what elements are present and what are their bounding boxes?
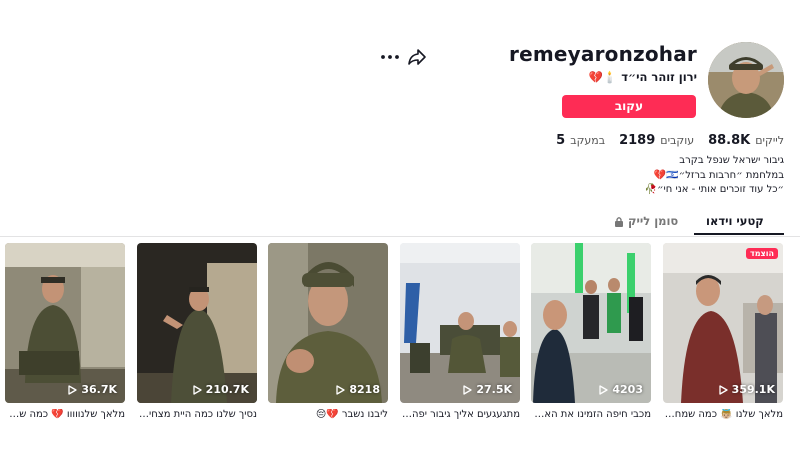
followers-stat[interactable]: 2189 עוקבים (619, 133, 694, 148)
username: remeyaronzohar (509, 42, 697, 66)
view-count-value: 359.1K (731, 383, 775, 396)
view-count-value: 4203 (612, 383, 643, 396)
video-thumbnail-image (137, 243, 257, 403)
video-thumbnail[interactable]: 8218 (268, 243, 388, 403)
tab-videos[interactable]: קטעי וידאו (706, 214, 764, 228)
view-count-value: 36.7K (81, 383, 117, 396)
share-icon[interactable] (407, 47, 427, 67)
stat-value: 2189 (619, 133, 656, 148)
profile-tabs: קטעי וידאו סומן לייק (600, 210, 784, 236)
video-thumbnail-image (268, 243, 388, 403)
view-count: 27.5K (463, 383, 512, 396)
video-card[interactable]: 4203 מכבי חיפה הזמינו את האח... (531, 243, 651, 420)
follow-button[interactable]: עקוב (562, 95, 696, 118)
view-count-value: 210.7K (205, 383, 249, 396)
video-card[interactable]: 36.7K מלאך שלנווווו 💔 כמה שמ... (5, 243, 125, 420)
video-grid: הוצמד 359.1K מלאך שלנו 👼🏼 כמה שמחת... 42… (5, 243, 783, 443)
video-caption[interactable]: מלאך שלנווווו 💔 כמה שמ... (5, 409, 125, 420)
video-caption[interactable]: מלאך שלנו 👼🏼 כמה שמחת... (663, 409, 783, 420)
pinned-badge: הוצמד (746, 248, 778, 259)
video-thumbnail-image (531, 243, 651, 403)
play-icon (719, 384, 728, 395)
video-card[interactable]: הוצמד 359.1K מלאך שלנו 👼🏼 כמה שמחת... (663, 243, 783, 420)
stat-value: 5 (556, 133, 566, 148)
lock-icon (615, 216, 623, 227)
play-icon (336, 384, 346, 395)
video-thumbnail[interactable]: 210.7K (137, 243, 257, 403)
play-icon (463, 384, 472, 395)
stat-value: 88.8K (708, 133, 751, 148)
stat-label: עוקבים (660, 134, 695, 147)
profile-stats: 5 במעקב 2189 עוקבים 88.8K לייקים (556, 133, 784, 148)
view-count: 4203 (599, 383, 643, 396)
video-thumbnail[interactable]: הוצמד 359.1K (663, 243, 783, 403)
tab-liked[interactable]: סומן לייק (614, 214, 678, 228)
liked-label: סומן לייק (628, 214, 679, 228)
stat-label: לייקים (755, 134, 784, 147)
view-count: 36.7K (68, 383, 117, 396)
bio-line: גיבור ישראל שנפל בקרב (679, 155, 784, 166)
play-icon (68, 384, 77, 395)
video-thumbnail[interactable]: 36.7K (5, 243, 125, 403)
video-card[interactable]: 8218 ליבנו נשבר 💔😔 (268, 243, 388, 420)
view-count-value: 27.5K (476, 383, 512, 396)
video-thumbnail[interactable]: 4203 (531, 243, 651, 403)
video-thumbnail-image (5, 243, 125, 403)
view-count: 210.7K (193, 383, 249, 396)
play-icon (193, 384, 202, 395)
video-caption[interactable]: נסיך שלנו כמה היית מצחיק... (137, 409, 257, 420)
avatar-image (708, 42, 784, 118)
video-card[interactable]: 27.5K מתגעגעים אליך גיבור יפה ... (400, 243, 520, 420)
video-caption[interactable]: ליבנו נשבר 💔😔 (268, 409, 388, 420)
view-count-value: 8218 (349, 383, 380, 396)
active-tab-indicator (694, 233, 784, 235)
more-options-icon[interactable] (379, 48, 401, 66)
video-caption[interactable]: מתגעגעים אליך גיבור יפה ... (400, 409, 520, 420)
likes-stat: 88.8K לייקים (708, 133, 784, 148)
video-caption[interactable]: מכבי חיפה הזמינו את האח... (531, 409, 651, 420)
display-name: ירון זוהר הי״ד 🕯️💔 (588, 70, 697, 84)
stat-label: במעקב (570, 134, 606, 147)
following-stat[interactable]: 5 במעקב (556, 133, 605, 148)
bio-line: במלחמת ״חרבות ברזל״🇮🇱💔 (653, 169, 784, 181)
video-thumbnail-image (400, 243, 520, 403)
view-count: 359.1K (719, 383, 775, 396)
video-thumbnail[interactable]: 27.5K (400, 243, 520, 403)
play-icon (599, 384, 609, 395)
avatar[interactable] (708, 42, 784, 118)
bio: גיבור ישראל שנפל בקרב במלחמת ״חרבות ברזל… (645, 154, 784, 198)
video-thumbnail-image (663, 243, 783, 403)
bio-line: ״כל עוד זוכרים אותי - אני חי״🥀 (644, 184, 784, 195)
tabs-divider (0, 236, 800, 237)
view-count: 8218 (336, 383, 380, 396)
video-card[interactable]: 210.7K נסיך שלנו כמה היית מצחיק... (137, 243, 257, 420)
